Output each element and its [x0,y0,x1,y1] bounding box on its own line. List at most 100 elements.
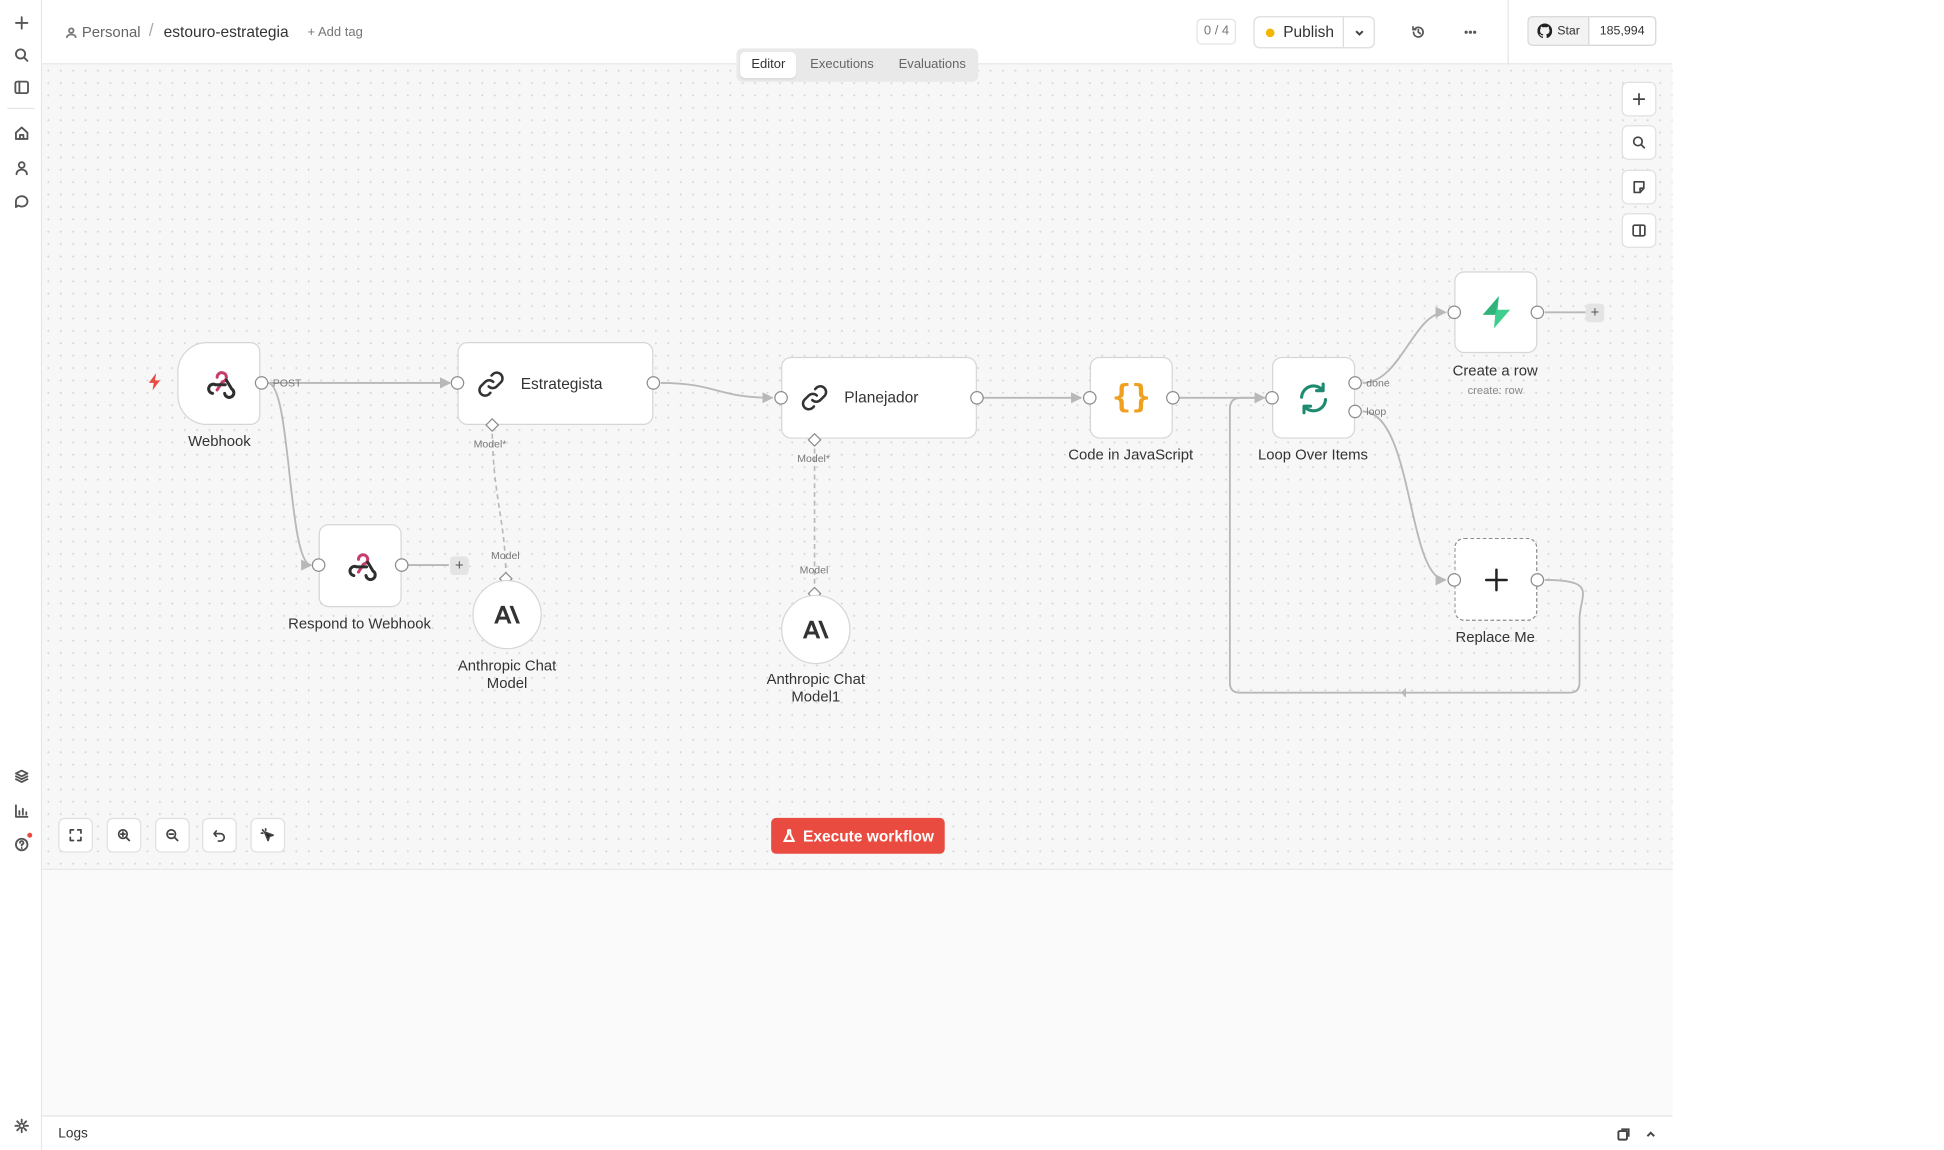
loop-done-port[interactable] [1348,376,1362,390]
undo-button[interactable] [202,817,237,853]
publish-button-group: Publish [1253,16,1375,49]
respond-label: Respond to Webhook [288,614,431,632]
search-nodes-button[interactable] [1621,125,1657,160]
unpublished-status-dot [1265,27,1275,37]
notification-dot [27,832,33,838]
settings-icon[interactable] [10,1114,32,1136]
respond-output-port[interactable] [394,558,409,572]
workflow-canvas[interactable] [42,64,1673,870]
github-star: Star [1528,17,1590,45]
home-icon[interactable] [10,121,32,143]
webhook-post-label: POST [272,376,302,390]
toggle-panel-button[interactable] [1621,213,1657,248]
publish-label: Publish [1283,23,1335,41]
node-anthropic-chat-model[interactable] [472,579,542,650]
add-icon[interactable] [10,11,32,33]
node-anthropic-chat-model1[interactable] [781,594,851,665]
help-icon[interactable] [10,832,33,855]
tab-executions[interactable]: Executions [799,52,885,78]
chat-icon[interactable] [10,190,32,212]
anthropic2-label: Anthropic Chat Model1 [766,670,866,706]
anthropic1-label: Anthropic Chat Model [457,656,557,692]
plus-icon [1632,92,1646,106]
trigger-bolt-icon [148,372,160,391]
create-row-add-next-button[interactable]: + [1585,303,1605,323]
anthropic2-model-label: Model [799,563,829,577]
zoom-in-button[interactable] [106,817,142,853]
respond-add-next-button[interactable]: + [450,556,469,575]
search-icon[interactable] [10,43,32,65]
loop-input-port[interactable] [1265,390,1279,405]
estrategista-label: Estrategista [520,374,603,393]
node-replace-me[interactable] [1454,537,1538,621]
execute-workflow-label: Execute workflow [803,827,934,845]
tab-evaluations[interactable]: Evaluations [887,52,977,78]
link-icon [478,370,504,397]
add-node-button[interactable] [1621,81,1657,117]
editor-tabs: Editor Executions Evaluations [736,48,979,82]
chevron-up-icon[interactable] [1641,1125,1658,1142]
create-row-label: Create a row [1452,361,1538,380]
history-icon[interactable] [1407,21,1429,43]
webhook-output-port[interactable] [254,376,269,390]
more-options-icon[interactable] [1459,21,1481,43]
code-braces-icon: {} [1111,379,1151,417]
loop-label: Loop Over Items [1257,446,1368,464]
node-code-javascript[interactable]: {} [1089,356,1173,439]
estrategista-output-port[interactable] [646,376,661,390]
node-estrategista[interactable]: Estrategista [457,342,654,426]
github-star-count: 185,994 [1589,17,1655,45]
link-icon [801,385,828,411]
estrategista-input-port[interactable] [450,376,465,390]
node-respond-to-webhook[interactable] [318,524,402,608]
publish-dropdown-button[interactable] [1344,17,1374,47]
fit-view-icon [69,829,82,842]
publish-button[interactable]: Publish [1255,17,1344,48]
planejador-input-port[interactable] [774,390,788,405]
zoom-out-icon [166,829,179,842]
pop-out-icon[interactable] [1614,1125,1631,1142]
anthropic-icon [802,620,829,639]
execute-workflow-button[interactable]: Execute workflow [771,817,945,854]
respond-input-port[interactable] [311,558,326,572]
canvas-bottom-area [42,869,1673,1116]
breadcrumb-personal[interactable]: Personal [65,24,141,41]
replace-output-port[interactable] [1530,573,1545,587]
planejador-output-port[interactable] [970,390,984,405]
panel-toggle-icon[interactable] [10,76,32,98]
tidy-up-button[interactable] [250,817,286,853]
tab-editor[interactable]: Editor [740,52,797,79]
node-planejador[interactable]: Planejador [781,356,977,439]
logs-panel-bar[interactable]: Logs [42,1115,1673,1150]
estrategista-model-label: Model* [473,437,507,450]
github-star-button[interactable]: Star 185,994 [1527,16,1656,46]
anthropic1-model-label: Model [490,548,520,562]
logs-label: Logs [58,1126,88,1142]
loop-loop-port[interactable] [1348,404,1362,419]
sidebar-divider [7,107,35,110]
node-create-a-row[interactable] [1454,271,1538,354]
code-output-port[interactable] [1166,390,1180,405]
insights-icon[interactable] [10,799,32,821]
fit-view-button[interactable] [58,817,93,853]
sticky-note-button[interactable] [1621,169,1657,205]
create-row-input-port[interactable] [1447,305,1462,320]
node-loop-over-items[interactable] [1272,356,1356,439]
workflow-name[interactable]: estouro-estrategia [164,24,289,41]
zoom-in-icon [117,829,131,842]
user-icon[interactable] [10,156,32,178]
zoom-out-button[interactable] [154,817,190,853]
evaluation-counter: 0 / 4 [1196,18,1237,45]
templates-icon[interactable] [10,765,32,787]
code-label: Code in JavaScript [1068,446,1194,464]
person-icon [65,26,77,38]
create-row-output-port[interactable] [1530,305,1545,320]
plus-icon [1484,567,1508,591]
breadcrumb-separator: / [148,19,154,40]
code-input-port[interactable] [1082,390,1097,405]
node-webhook[interactable] [177,342,261,426]
add-tag-link[interactable]: + Add tag [307,25,362,40]
replace-input-port[interactable] [1447,573,1462,587]
github-star-label: Star [1557,24,1580,38]
supabase-icon [1482,296,1510,329]
